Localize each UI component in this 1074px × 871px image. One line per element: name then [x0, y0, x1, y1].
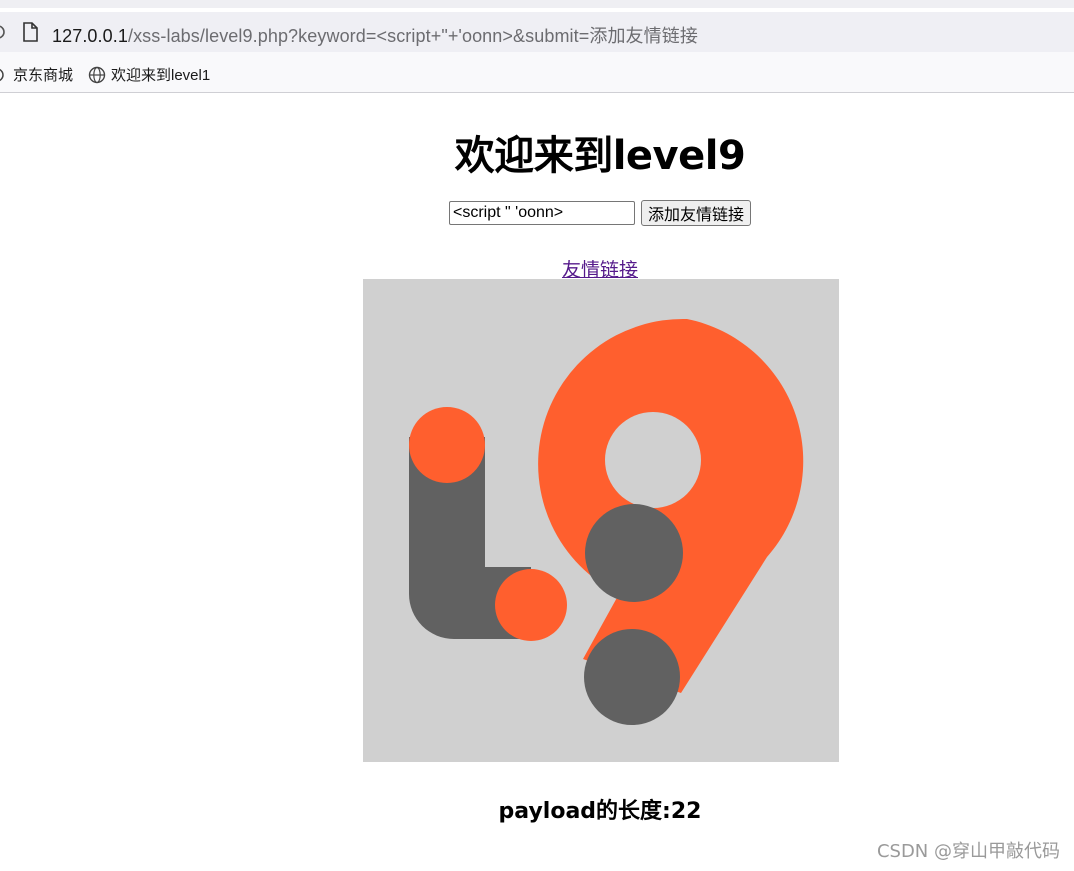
keyword-input[interactable]: [449, 201, 635, 225]
friend-link[interactable]: 友情链接: [0, 255, 1074, 282]
level9-logo-image: [363, 279, 839, 762]
url-host: 127.0.0.1: [52, 26, 128, 46]
url-path: /xss-labs/level9.php?keyword=<script+"+'…: [127, 26, 698, 46]
globe-icon: [88, 66, 106, 83]
page-title: 欢迎来到level9: [454, 133, 746, 179]
browser-top-strip: [0, 0, 1074, 8]
address-bar[interactable]: 127.0.0.1/xss-labs/level9.php?keyword=<s…: [0, 12, 1074, 52]
page-icon: [22, 22, 38, 47]
url-text[interactable]: 127.0.0.1/xss-labs/level9.php?keyword=<s…: [52, 22, 698, 48]
payload-length: payload的长度:22: [498, 799, 702, 824]
bookmark-label: 京东商城: [13, 67, 74, 84]
search-form: 添加友情链接: [449, 200, 752, 226]
bookmark-level1[interactable]: 欢迎来到level1: [88, 64, 210, 85]
bookmark-jd[interactable]: 京东商城: [0, 64, 73, 85]
bookmarks-bar: 京东商城 欢迎来到level1: [0, 52, 1074, 93]
info-icon[interactable]: [0, 24, 8, 45]
add-link-button[interactable]: 添加友情链接: [641, 200, 752, 226]
page-content: 欢迎来到level9 添加友情链接 友情链接 payload的长度:22: [0, 93, 1074, 871]
globe-icon: [0, 68, 4, 81]
bookmark-label: 欢迎来到level1: [111, 67, 211, 84]
csdn-watermark: CSDN @穿山甲敲代码: [876, 841, 1060, 862]
